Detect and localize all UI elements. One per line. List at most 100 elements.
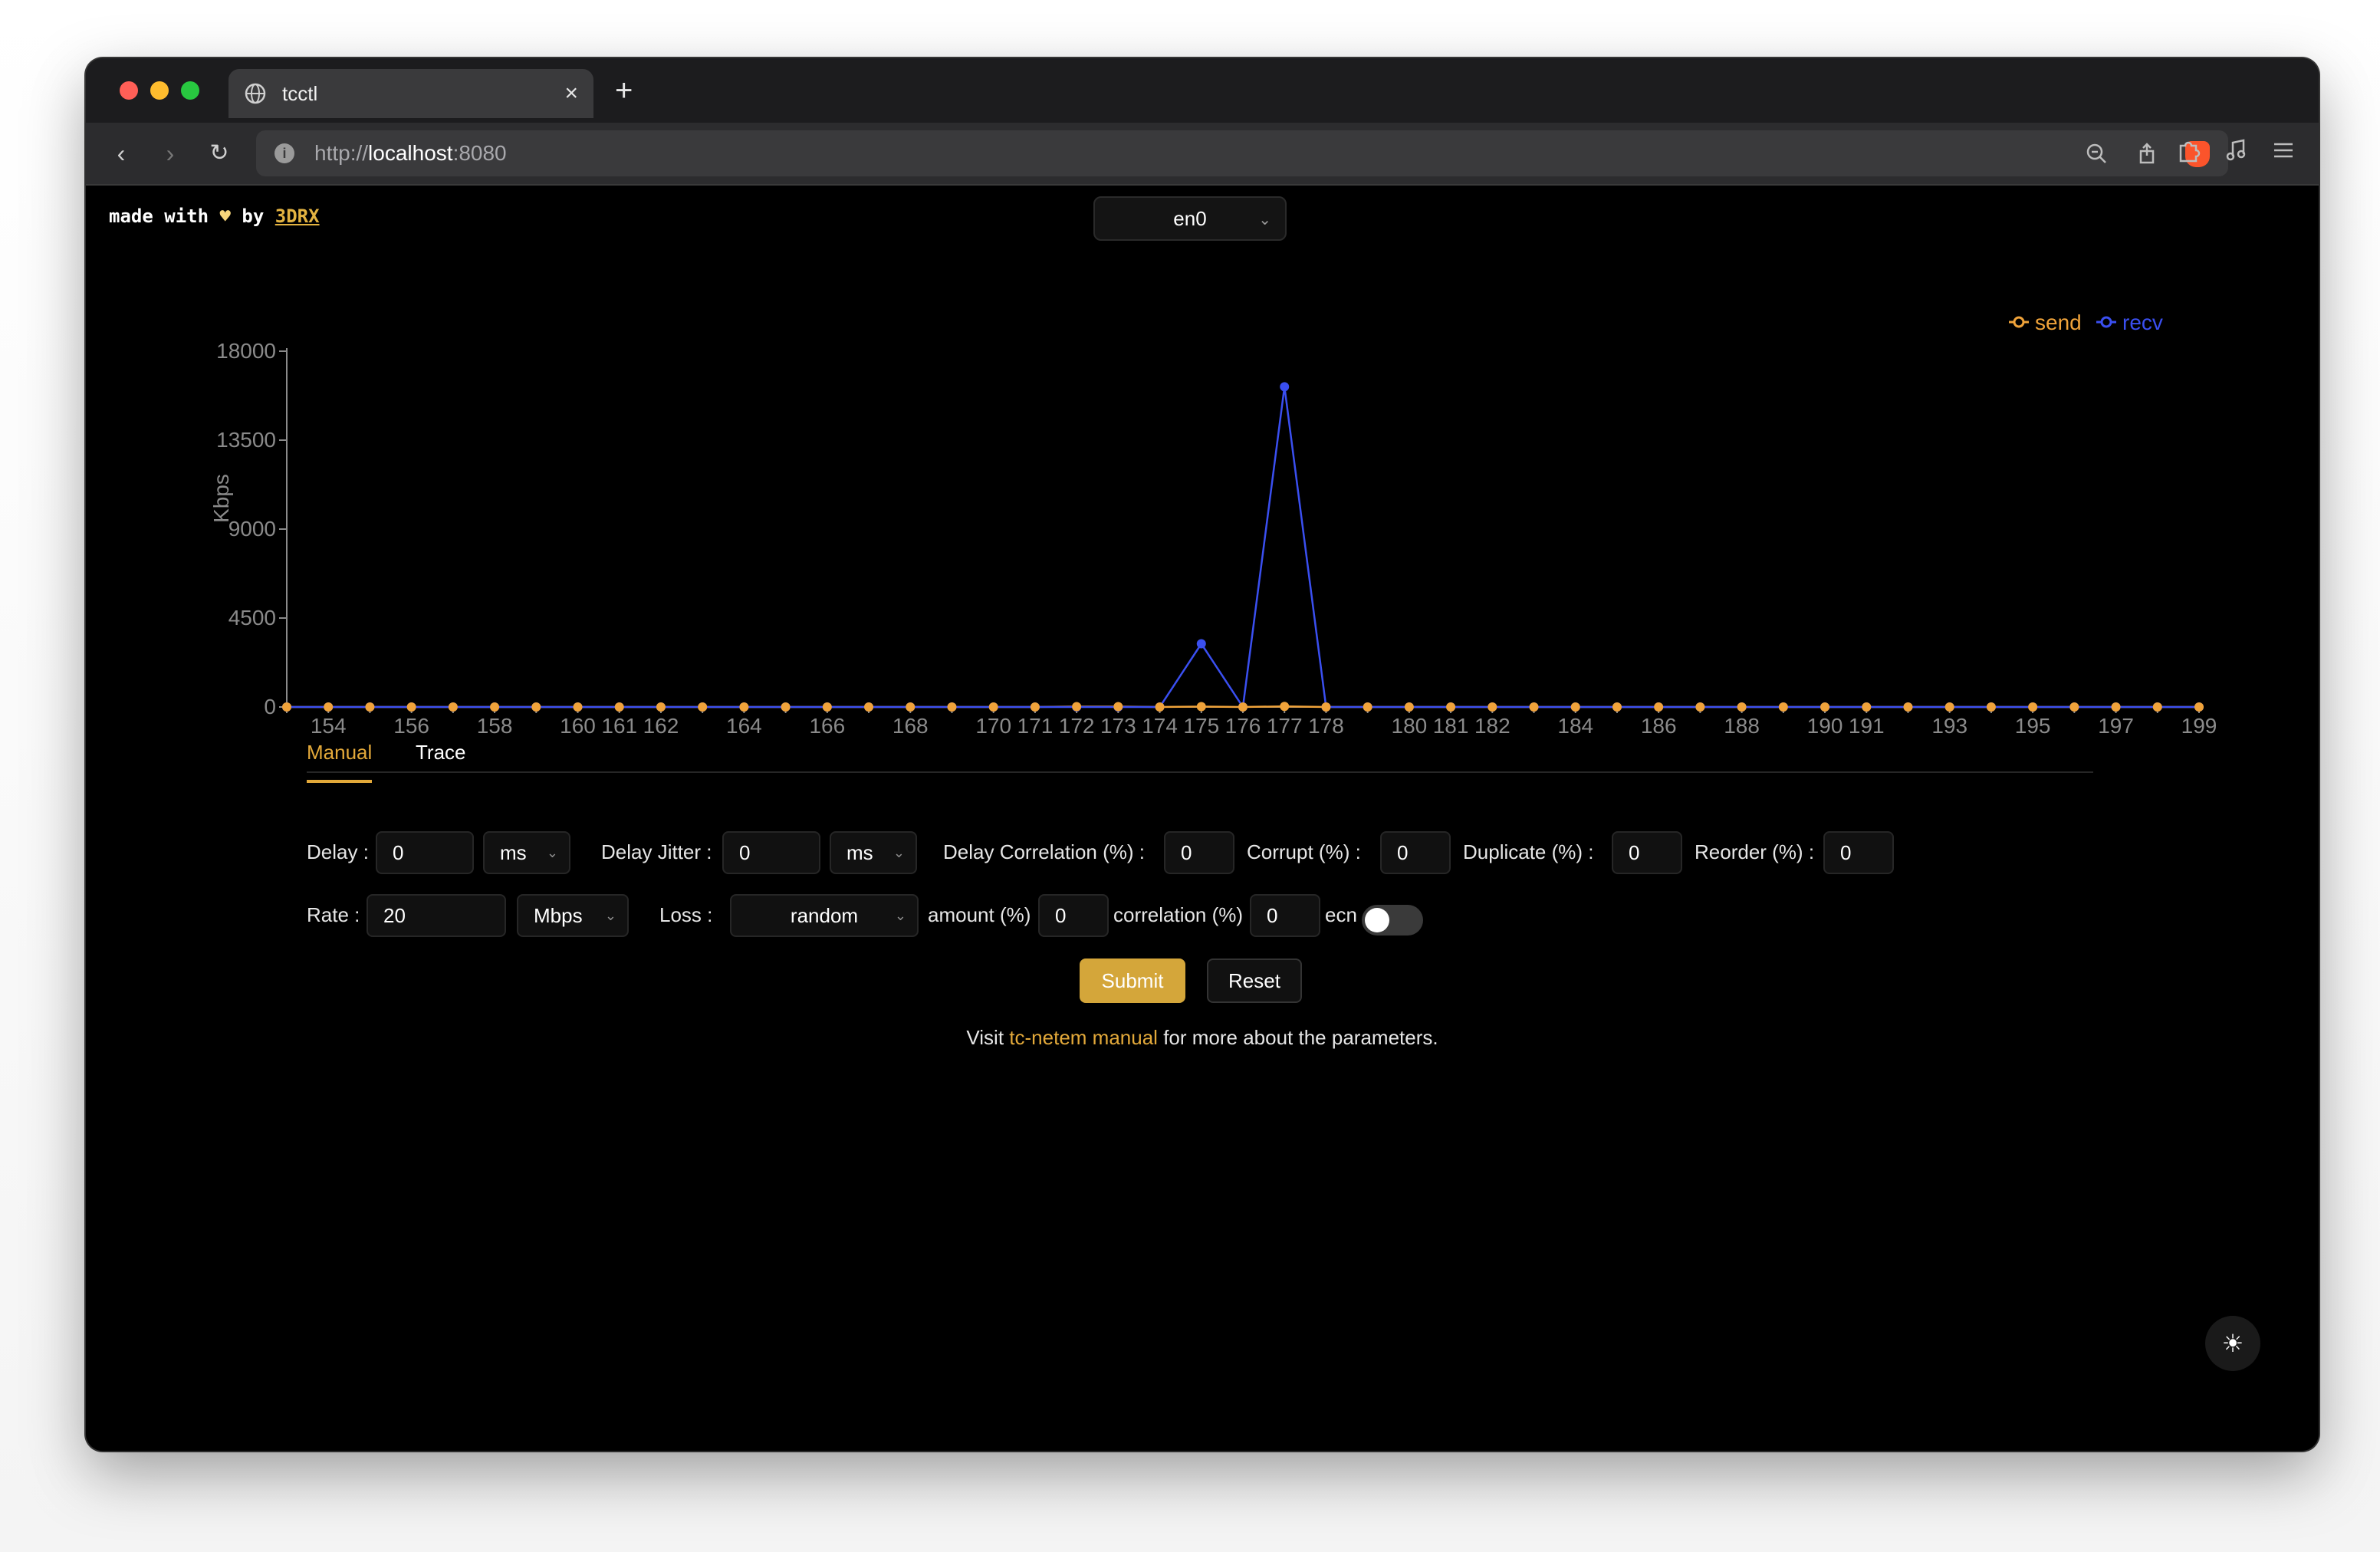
x-tick-label: 164 <box>726 714 762 738</box>
loss-type-select[interactable]: random ⌄ <box>730 894 919 937</box>
x-tick-label: 199 <box>2181 714 2217 738</box>
site-info-icon[interactable]: i <box>274 143 294 163</box>
send-data-point <box>1944 702 1954 712</box>
x-tick-label: 184 <box>1557 714 1593 738</box>
send-data-point <box>1113 702 1123 712</box>
duplicate-input[interactable]: 0 <box>1612 831 1682 874</box>
chevron-down-icon: ⌄ <box>893 845 905 860</box>
x-tick-label: 193 <box>1931 714 1967 738</box>
ecn-label: ecn <box>1325 903 1357 926</box>
menu-icon[interactable] <box>2271 138 2296 163</box>
delay-unit-select[interactable]: ms ⌄ <box>483 831 570 874</box>
tab-trace[interactable]: Trace <box>416 741 466 780</box>
zoom-icon[interactable] <box>2084 142 2109 166</box>
reorder-label: Reorder (%) : <box>1695 840 1815 863</box>
send-data-point <box>614 702 624 712</box>
amount-input[interactable]: 0 <box>1038 894 1109 937</box>
corrupt-input[interactable]: 0 <box>1380 831 1451 874</box>
delay-correlation-input[interactable]: 0 <box>1164 831 1234 874</box>
loss-label: Loss : <box>659 903 713 926</box>
send-data-point <box>531 702 541 712</box>
correlation-label: correlation (%) <box>1113 903 1244 926</box>
reorder-input[interactable]: 0 <box>1823 831 1894 874</box>
share-icon[interactable] <box>2135 142 2159 166</box>
close-tab-icon[interactable]: × <box>564 82 578 105</box>
recv-legend-label: recv <box>2122 311 2163 334</box>
mode-tabs: Manual Trace <box>307 741 2093 783</box>
send-data-point <box>1695 702 1705 712</box>
jitter-input[interactable]: 0 <box>722 831 820 874</box>
chevron-down-icon: ⌄ <box>1258 212 1271 229</box>
y-tick-label: 9000 <box>228 517 276 541</box>
send-data-point <box>2028 702 2038 712</box>
send-data-point <box>406 702 416 712</box>
y-tick-label: 18000 <box>216 339 276 363</box>
chevron-down-icon: ⌄ <box>546 845 558 860</box>
back-icon[interactable]: ‹ <box>106 138 136 169</box>
ecn-toggle[interactable] <box>1362 905 1423 935</box>
x-tick-label: 186 <box>1641 714 1677 738</box>
send-data-point <box>1321 702 1331 712</box>
jitter-label: Delay Jitter : <box>601 840 712 863</box>
x-tick-label: 172 <box>1059 714 1095 738</box>
maximize-window-button[interactable] <box>181 81 199 100</box>
duplicate-label: Duplicate (%) : <box>1463 840 1594 863</box>
y-tick-label: 0 <box>264 695 276 718</box>
delay-correlation-label: Delay Correlation (%) : <box>943 840 1145 863</box>
chevron-down-icon: ⌄ <box>604 908 616 923</box>
author-link[interactable]: 3DRX <box>275 206 320 227</box>
delay-input[interactable]: 0 <box>376 831 474 874</box>
rate-input[interactable]: 20 <box>367 894 506 937</box>
x-tick-label: 171 <box>1017 714 1054 738</box>
toggle-knob <box>1365 908 1389 932</box>
browser-tab[interactable]: tcctl × <box>228 69 593 118</box>
send-data-point <box>1238 702 1248 712</box>
x-tick-label: 170 <box>975 714 1011 738</box>
corrupt-label: Corrupt (%) : <box>1247 840 1361 863</box>
send-legend-dot <box>2013 316 2025 328</box>
x-tick-label: 158 <box>477 714 513 738</box>
tab-title: tcctl <box>282 81 318 105</box>
minimize-window-button[interactable] <box>150 81 169 100</box>
chevron-down-icon: ⌄ <box>894 908 906 923</box>
browser-toolbar: ‹ › ↻ i http://localhost:8080 <box>86 123 2319 186</box>
address-bar[interactable]: i http://localhost:8080 <box>256 130 2228 176</box>
submit-button[interactable]: Submit <box>1080 958 1185 1003</box>
new-tab-icon[interactable]: + <box>615 75 633 106</box>
jitter-unit-select[interactable]: ms ⌄ <box>830 831 917 874</box>
x-tick-label: 178 <box>1308 714 1344 738</box>
reset-button[interactable]: Reset <box>1207 958 1302 1003</box>
forward-icon[interactable]: › <box>155 138 186 169</box>
theme-toggle-sun-icon[interactable]: ☀ <box>2205 1316 2260 1371</box>
tab-manual[interactable]: Manual <box>307 741 373 783</box>
send-data-point <box>1488 702 1497 712</box>
send-data-point <box>906 702 916 712</box>
y-tick-label: 4500 <box>228 606 276 630</box>
x-tick-label: 177 <box>1267 714 1303 738</box>
title-bar: tcctl × + <box>86 58 2319 123</box>
x-tick-label: 173 <box>1100 714 1136 738</box>
x-tick-label: 191 <box>1849 714 1885 738</box>
send-data-point <box>1030 702 1040 712</box>
x-tick-label: 162 <box>643 714 679 738</box>
x-tick-label: 180 <box>1392 714 1428 738</box>
correlation-input[interactable]: 0 <box>1250 894 1320 937</box>
close-window-button[interactable] <box>120 81 138 100</box>
send-legend-label: send <box>2035 311 2082 334</box>
send-data-point <box>1446 702 1456 712</box>
rate-unit-select[interactable]: Mbps ⌄ <box>517 894 629 937</box>
x-tick-label: 197 <box>2098 714 2134 738</box>
send-data-point <box>1280 702 1290 712</box>
send-data-point <box>2111 702 2121 712</box>
app-content: made with ♥ by 3DRX en0 ⌄ 0 4500 9000 13500… <box>86 186 2319 1451</box>
url-text: http://localhost:8080 <box>314 141 507 165</box>
netem-manual-link[interactable]: tc-netem manual <box>1009 1026 1158 1049</box>
send-data-point <box>2069 702 2079 712</box>
extensions-icon[interactable] <box>2176 138 2201 163</box>
x-tick-label: 195 <box>2015 714 2051 738</box>
send-data-point <box>1654 702 1664 712</box>
reload-icon[interactable]: ↻ <box>204 138 235 169</box>
send-data-point <box>1196 702 1206 712</box>
x-tick-label: 175 <box>1183 714 1219 738</box>
media-icon[interactable] <box>2224 138 2248 163</box>
